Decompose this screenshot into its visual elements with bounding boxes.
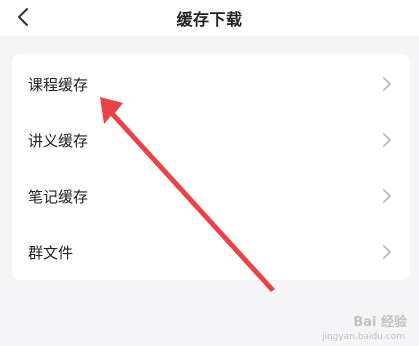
menu-item-label: 讲义缓存	[28, 131, 89, 150]
watermark-url: jingyan.baidu.com	[321, 332, 405, 342]
menu-item-notes-cache[interactable]: 笔记缓存	[12, 168, 410, 224]
menu-item-label: 群文件	[28, 243, 74, 262]
page-title: 缓存下载	[176, 10, 243, 29]
watermark-logo: Bai 经验	[353, 315, 407, 330]
chevron-right-icon	[382, 189, 392, 203]
menu-item-handout-cache[interactable]: 讲义缓存	[12, 112, 410, 168]
menu-item-group-files[interactable]: 群文件	[12, 224, 410, 280]
cache-menu-card: 课程缓存 讲义缓存 笔记缓存 群文件	[12, 54, 410, 280]
menu-item-course-cache[interactable]: 课程缓存	[12, 56, 410, 112]
chevron-right-icon	[382, 77, 392, 91]
top-navigation-bar: 缓存下载	[0, 0, 419, 36]
chevron-right-icon	[382, 133, 392, 147]
chevron-right-icon	[382, 245, 392, 259]
menu-item-label: 课程缓存	[28, 75, 89, 94]
menu-item-label: 笔记缓存	[28, 187, 89, 206]
